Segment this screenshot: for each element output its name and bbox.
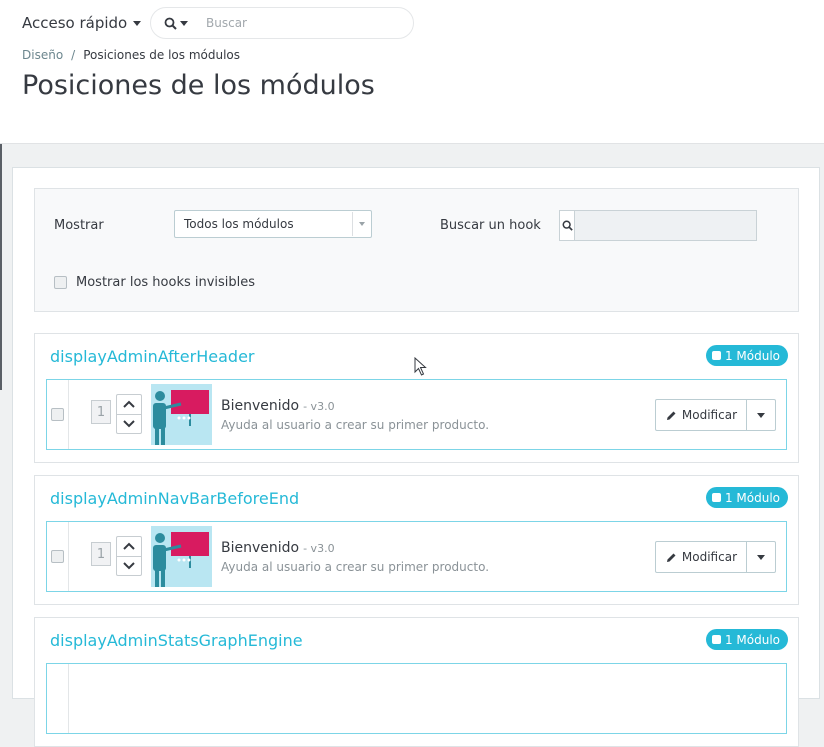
position-arrows bbox=[116, 394, 142, 434]
module-version: - v3.0 bbox=[303, 400, 335, 413]
show-label: Mostrar bbox=[54, 218, 104, 233]
module-actions: Modificar bbox=[654, 399, 776, 431]
row-select bbox=[47, 664, 69, 733]
pencil-icon bbox=[666, 553, 676, 562]
module-description: Ayuda al usuario a crear su primer produ… bbox=[221, 560, 490, 574]
mouse-pointer-icon bbox=[414, 357, 427, 376]
page-title: Posiciones de los módulos bbox=[22, 70, 375, 101]
chevron-down-icon bbox=[757, 412, 765, 418]
module-count-badge[interactable]: 1 Módulo bbox=[705, 345, 788, 366]
hook-search-input[interactable] bbox=[575, 211, 756, 240]
hook-name[interactable]: displayAdminStatsGraphEngine bbox=[50, 631, 303, 650]
breadcrumb-current: Posiciones de los módulos bbox=[83, 48, 241, 62]
module-name-line: Bienvenido - v3.0 bbox=[221, 540, 335, 556]
chevron-up-icon bbox=[123, 542, 135, 550]
modify-label: Modificar bbox=[681, 408, 737, 422]
hook-card: displayAdminNavBarBeforeEnd 1 Módulo 1 B… bbox=[34, 475, 799, 605]
module-filter-select[interactable]: Todos los módulos bbox=[174, 210, 372, 238]
badge-label: 1 Módulo bbox=[724, 490, 780, 505]
actions-dropdown-toggle[interactable] bbox=[746, 400, 775, 430]
hook-card: displayAdminAfterHeader 1 Módulo 1 Bienv… bbox=[34, 333, 799, 463]
badge-checkbox[interactable] bbox=[711, 351, 721, 360]
move-up-button[interactable] bbox=[117, 395, 141, 414]
module-filter-value: Todos los módulos bbox=[184, 217, 294, 231]
page-header: Acceso rápido Diseño / Posiciones de los… bbox=[0, 0, 824, 144]
breadcrumb-separator: / bbox=[71, 48, 76, 62]
move-down-button[interactable] bbox=[117, 555, 141, 576]
hook-card: displayAdminStatsGraphEngine 1 Módulo bbox=[34, 617, 799, 747]
hook-search-label: Buscar un hook bbox=[440, 218, 541, 233]
badge-checkbox[interactable] bbox=[711, 635, 721, 644]
module-name: Bienvenido bbox=[221, 540, 300, 556]
filter-box: Mostrar Todos los módulos Buscar un hook… bbox=[34, 188, 799, 312]
quick-access-dropdown[interactable]: Acceso rápido bbox=[22, 14, 142, 32]
quick-access-label: Acceso rápido bbox=[22, 14, 128, 32]
search-icon bbox=[562, 220, 573, 231]
show-invisible-checkbox[interactable] bbox=[54, 276, 67, 289]
breadcrumb: Diseño / Posiciones de los módulos bbox=[22, 48, 240, 62]
positions-panel: Mostrar Todos los módulos Buscar un hook… bbox=[12, 167, 820, 747]
module-count-badge[interactable]: 1 Módulo bbox=[705, 629, 788, 650]
module-row: 1 Bienvenido - v3.0 Ayuda al usuario a c… bbox=[46, 379, 787, 450]
hook-search-addon bbox=[560, 211, 575, 240]
search-input[interactable] bbox=[204, 15, 398, 31]
chevron-down-icon bbox=[180, 20, 188, 26]
row-checkbox[interactable] bbox=[51, 408, 64, 421]
presenter-board-icon bbox=[151, 526, 212, 587]
header-search bbox=[150, 7, 414, 39]
badge-checkbox[interactable] bbox=[711, 493, 721, 502]
module-description: Ayuda al usuario a crear su primer produ… bbox=[221, 418, 490, 432]
module-position: 1 bbox=[91, 400, 111, 424]
move-up-button[interactable] bbox=[117, 537, 141, 556]
module-count-badge[interactable]: 1 Módulo bbox=[705, 487, 788, 508]
hook-name[interactable]: displayAdminNavBarBeforeEnd bbox=[50, 489, 299, 508]
move-down-button[interactable] bbox=[117, 413, 141, 434]
chevron-down-icon bbox=[123, 420, 135, 428]
module-row: 1 Bienvenido - v3.0 Ayuda al usuario a c… bbox=[46, 521, 787, 592]
module-row bbox=[46, 663, 787, 734]
module-thumbnail bbox=[151, 384, 212, 445]
badge-label: 1 Módulo bbox=[724, 348, 780, 363]
chevron-down-icon bbox=[133, 20, 142, 26]
module-thumbnail bbox=[151, 526, 212, 587]
modify-button[interactable]: Modificar bbox=[656, 542, 746, 572]
chevron-down-icon bbox=[757, 554, 765, 560]
module-name: Bienvenido bbox=[221, 398, 300, 414]
modify-button[interactable]: Modificar bbox=[656, 400, 746, 430]
pencil-icon bbox=[666, 411, 676, 420]
show-invisible-label: Mostrar los hooks invisibles bbox=[76, 275, 256, 290]
badge-label: 1 Módulo bbox=[724, 632, 780, 647]
search-type-toggle[interactable] bbox=[164, 17, 188, 30]
chevron-down-icon bbox=[123, 562, 135, 570]
show-invisible-hooks[interactable]: Mostrar los hooks invisibles bbox=[54, 275, 255, 290]
hook-search-field bbox=[559, 210, 757, 241]
chevron-down-icon bbox=[359, 222, 365, 226]
topbar: Acceso rápido bbox=[22, 8, 142, 38]
row-select bbox=[47, 522, 69, 591]
hook-name[interactable]: displayAdminAfterHeader bbox=[50, 347, 254, 366]
modify-label: Modificar bbox=[681, 550, 737, 564]
actions-dropdown-toggle[interactable] bbox=[746, 542, 775, 572]
module-name-line: Bienvenido - v3.0 bbox=[221, 398, 335, 414]
row-checkbox[interactable] bbox=[51, 550, 64, 563]
search-icon bbox=[164, 17, 177, 30]
module-actions: Modificar bbox=[654, 541, 776, 573]
module-position: 1 bbox=[91, 542, 111, 566]
module-version: - v3.0 bbox=[303, 542, 335, 555]
chevron-up-icon bbox=[123, 400, 135, 408]
select-arrow bbox=[352, 212, 371, 236]
presenter-board-icon bbox=[151, 384, 212, 445]
row-select bbox=[47, 380, 69, 449]
breadcrumb-parent[interactable]: Diseño bbox=[22, 48, 63, 62]
position-arrows bbox=[116, 536, 142, 576]
